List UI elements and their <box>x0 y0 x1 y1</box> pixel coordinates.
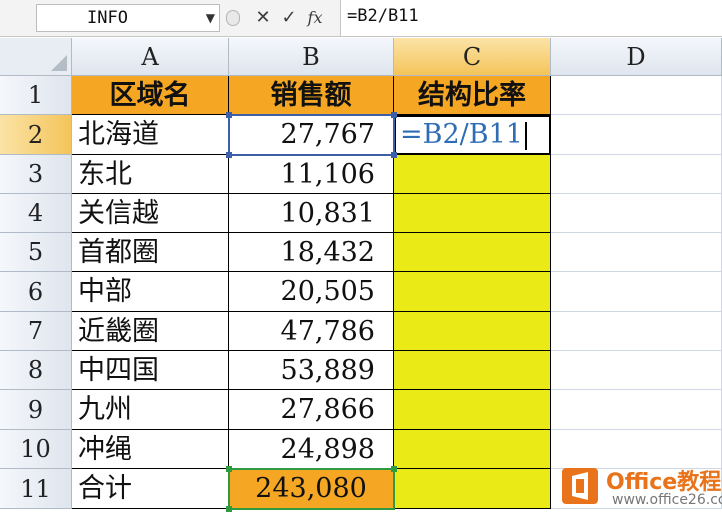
cell-ratio[interactable] <box>394 430 551 469</box>
cell-sales[interactable]: 53,889 <box>229 351 394 390</box>
cell-ratio[interactable] <box>394 272 551 312</box>
header-cell-sales[interactable]: 销售额 <box>229 76 394 115</box>
cell-region[interactable]: 冲绳 <box>72 430 229 469</box>
cell-ratio[interactable] <box>394 194 551 233</box>
row-header-7[interactable]: 7 <box>0 312 72 351</box>
cell-d5[interactable] <box>551 233 722 272</box>
cell-d6[interactable] <box>551 272 722 312</box>
formula-buttons: ✕ ✓ fx <box>226 4 326 32</box>
header-cell-region[interactable]: 区域名 <box>72 76 229 115</box>
cell-sales[interactable]: 47,786 <box>229 312 394 351</box>
cell-ratio-total[interactable] <box>394 469 551 509</box>
cell-region[interactable]: 关信越 <box>72 194 229 233</box>
row-header-6[interactable]: 6 <box>0 272 72 312</box>
cell-ratio[interactable] <box>394 312 551 351</box>
cell-region[interactable]: 中四国 <box>72 351 229 390</box>
cell-d3[interactable] <box>551 155 722 194</box>
cell-region[interactable]: 北海道 <box>72 115 229 155</box>
reference-handle[interactable] <box>226 112 232 118</box>
column-header-c[interactable]: C <box>394 38 551 76</box>
cell-region[interactable]: 九州 <box>72 390 229 430</box>
cell-total-sales[interactable]: 243,080 <box>229 469 394 509</box>
cell-d1[interactable] <box>551 76 722 115</box>
text-cursor <box>524 121 527 150</box>
cell-total-label[interactable]: 合计 <box>72 469 229 509</box>
chevron-down-icon[interactable]: ▼ <box>206 11 215 25</box>
insert-function-icon[interactable]: fx <box>304 6 326 30</box>
row-header-5[interactable]: 5 <box>0 233 72 272</box>
name-box[interactable]: INFO ▼ <box>36 4 220 32</box>
header-cell-ratio[interactable]: 结构比率 <box>394 76 551 115</box>
cell-d4[interactable] <box>551 194 722 233</box>
cell-ratio[interactable] <box>394 351 551 390</box>
cell-d7[interactable] <box>551 312 722 351</box>
resize-grip-icon[interactable] <box>226 10 240 26</box>
row-header-4[interactable]: 4 <box>0 194 72 233</box>
row-header-11[interactable]: 11 <box>0 469 72 509</box>
active-cell-c2[interactable]: =B2/B11 <box>394 115 551 155</box>
cell-d8[interactable] <box>551 351 722 390</box>
formula-text: =B2/B11 <box>347 6 419 26</box>
formula-input[interactable]: =B2/B11 <box>340 0 722 36</box>
watermark-logo: Office教程网 www.office26.com <box>556 460 722 516</box>
cell-sales[interactable]: 10,831 <box>229 194 394 233</box>
cell-d2[interactable] <box>551 115 722 155</box>
enter-icon[interactable]: ✓ <box>278 6 300 30</box>
select-all-button[interactable] <box>0 38 72 76</box>
cell-region[interactable]: 近畿圈 <box>72 312 229 351</box>
reference-handle[interactable] <box>226 466 232 472</box>
cell-sales[interactable]: 11,106 <box>229 155 394 194</box>
column-header-b[interactable]: B <box>229 38 394 76</box>
reference-handle[interactable] <box>226 152 232 158</box>
column-header-d[interactable]: D <box>551 38 722 76</box>
row-header-2[interactable]: 2 <box>0 115 72 155</box>
reference-handle[interactable] <box>226 506 232 512</box>
cell-region[interactable]: 东北 <box>72 155 229 194</box>
cell-ratio[interactable] <box>394 155 551 194</box>
office-logo-icon <box>562 468 598 504</box>
editing-formula: =B2/B11 <box>400 119 523 150</box>
row-header-8[interactable]: 8 <box>0 351 72 390</box>
cancel-icon[interactable]: ✕ <box>252 6 274 30</box>
cell-d9[interactable] <box>551 390 722 430</box>
column-header-a[interactable]: A <box>72 38 229 76</box>
reference-handle[interactable] <box>391 152 397 158</box>
reference-handle[interactable] <box>391 112 397 118</box>
formula-bar: INFO ▼ ✕ ✓ fx =B2/B11 <box>0 0 722 37</box>
name-box-value: INFO <box>87 8 128 28</box>
cell-ratio[interactable] <box>394 390 551 430</box>
cell-sales[interactable]: 20,505 <box>229 272 394 312</box>
worksheet: A B C D 1 2 3 4 5 6 7 8 9 10 11 区域名 销售额 … <box>0 38 722 516</box>
cell-sales[interactable]: 24,898 <box>229 430 394 469</box>
row-header-3[interactable]: 3 <box>0 155 72 194</box>
cell-region[interactable]: 中部 <box>72 272 229 312</box>
watermark-url: www.office26.com <box>612 492 722 508</box>
cell-ratio[interactable] <box>394 233 551 272</box>
row-header-9[interactable]: 9 <box>0 390 72 430</box>
cell-sales[interactable]: 27,767 <box>229 115 394 155</box>
reference-handle[interactable] <box>391 466 397 472</box>
cell-region[interactable]: 首都圈 <box>72 233 229 272</box>
row-header-10[interactable]: 10 <box>0 430 72 469</box>
cell-sales[interactable]: 27,866 <box>229 390 394 430</box>
row-header-1[interactable]: 1 <box>0 76 72 115</box>
cell-sales[interactable]: 18,432 <box>229 233 394 272</box>
